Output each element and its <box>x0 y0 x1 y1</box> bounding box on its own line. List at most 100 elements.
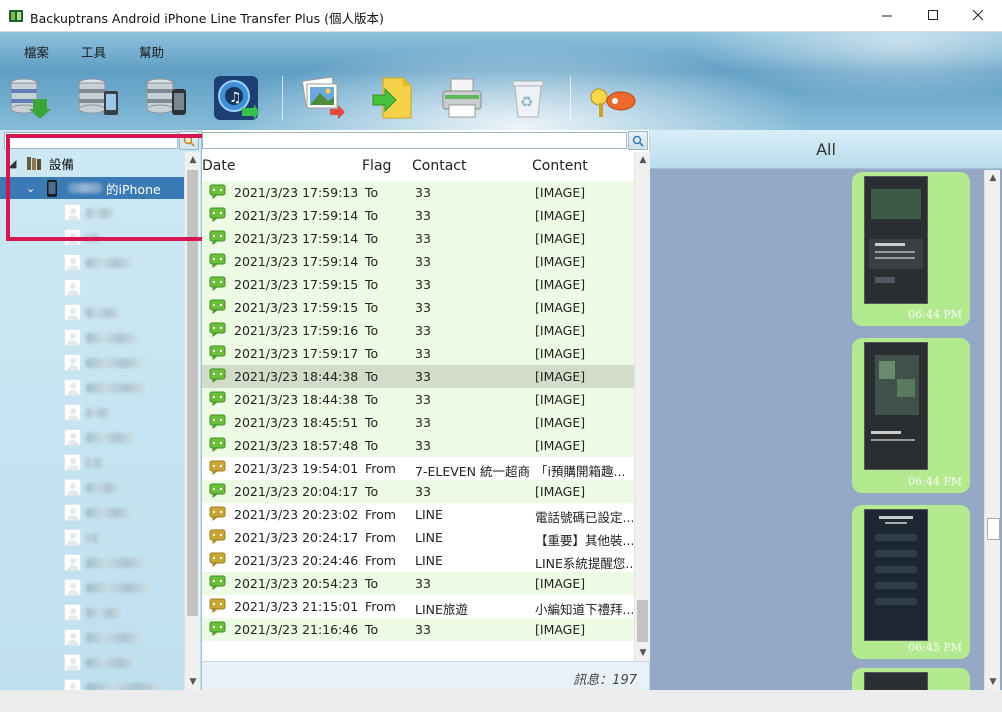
transfer-to-iphone-button[interactable] <box>140 72 192 124</box>
image-thumbnail[interactable] <box>864 342 928 470</box>
message-row[interactable]: 2021/3/23 17:59:15 To 33 [IMAGE] <box>202 273 634 296</box>
tree-search-input[interactable] <box>4 132 178 149</box>
tree-contact-item[interactable] <box>0 327 184 349</box>
scroll-up-icon[interactable]: ▲ <box>185 152 201 168</box>
tree-contact-item[interactable] <box>0 677 184 690</box>
tree-contact-item[interactable] <box>0 277 184 299</box>
tree-contact-item[interactable] <box>0 502 184 524</box>
message-row[interactable]: 2021/3/23 18:44:38 To 33 [IMAGE] <box>202 365 634 388</box>
message-date: 2021/3/23 17:59:17 <box>234 346 359 361</box>
tree-contact-item[interactable] <box>0 652 184 674</box>
message-row[interactable]: 2021/3/23 17:59:15 To 33 [IMAGE] <box>202 296 634 319</box>
scroll-up-icon[interactable]: ▲ <box>635 152 651 168</box>
itunes-transfer-button[interactable]: ♫ <box>210 72 262 124</box>
tree-contact-item[interactable] <box>0 602 184 624</box>
register-button[interactable] <box>586 72 638 124</box>
restore-to-android-button[interactable] <box>72 72 124 124</box>
tree-device-iphone[interactable]: ⌄ 的iPhone <box>0 177 184 199</box>
export-photos-icon <box>301 76 345 119</box>
message-row[interactable]: 2021/3/23 17:59:14 To 33 [IMAGE] <box>202 227 634 250</box>
message-scrollbar[interactable]: ▲ ▼ <box>634 152 650 661</box>
message-row[interactable]: 2021/3/23 21:16:46 To 33 [IMAGE] <box>202 618 634 641</box>
message-row[interactable]: 2021/3/23 20:54:23 To 33 [IMAGE] <box>202 572 634 595</box>
message-row[interactable]: 2021/3/23 18:45:51 To 33 [IMAGE] <box>202 411 634 434</box>
message-row[interactable]: 2021/3/23 20:24:46 From LINE LINE系統提醒您... <box>202 549 634 572</box>
scroll-up-icon[interactable]: ▲ <box>985 170 1001 186</box>
tree-contact-item[interactable] <box>0 477 184 499</box>
outgoing-message-icon <box>209 437 226 452</box>
tree-contact-item[interactable] <box>0 302 184 324</box>
backup-button[interactable] <box>4 72 56 124</box>
message-row[interactable]: 2021/3/23 17:59:14 To 33 [IMAGE] <box>202 250 634 273</box>
image-thumbnail[interactable] <box>864 176 928 304</box>
scroll-down-icon[interactable]: ▼ <box>185 674 201 690</box>
collapse-arrow-icon[interactable]: ◢ <box>8 157 16 170</box>
image-thumbnail[interactable] <box>864 672 928 692</box>
message-scroll-thumb[interactable] <box>637 600 648 642</box>
search-icon <box>183 135 195 147</box>
message-row[interactable]: 2021/3/23 19:54:01 From 7-ELEVEN 統一超商 「i預購開… <box>202 457 634 480</box>
message-bubble[interactable] <box>852 668 970 692</box>
message-row[interactable]: 2021/3/23 20:04:17 To 33 [IMAGE] <box>202 480 634 503</box>
tree-contact-item[interactable] <box>0 527 184 549</box>
message-bubble[interactable]: 06:44 PM <box>852 172 970 326</box>
tree-contact-item[interactable] <box>0 577 184 599</box>
message-contact: 33 <box>415 323 431 338</box>
message-flag: To <box>365 438 379 453</box>
maximize-button[interactable] <box>910 0 956 31</box>
menu-tools[interactable]: 工具 <box>81 32 106 66</box>
menu-help[interactable]: 幫助 <box>139 32 164 66</box>
column-content[interactable]: Content <box>532 158 588 174</box>
tree-scrollbar[interactable]: ▲ ▼ <box>184 152 200 690</box>
message-bubble[interactable]: 06:45 PM <box>852 505 970 659</box>
message-row[interactable]: 2021/3/23 18:44:38 To 33 [IMAGE] <box>202 388 634 411</box>
tree-contact-item[interactable] <box>0 202 184 224</box>
message-row[interactable]: 2021/3/23 17:59:14 To 33 [IMAGE] <box>202 204 634 227</box>
tree-contact-item[interactable] <box>0 427 184 449</box>
message-row[interactable]: 2021/3/23 18:57:48 To 33 [IMAGE] <box>202 434 634 457</box>
tree-contact-item[interactable] <box>0 352 184 374</box>
outgoing-message-icon <box>209 299 226 314</box>
tree-contact-item[interactable] <box>0 227 184 249</box>
message-row[interactable]: 2021/3/23 20:23:02 From LINE 電話號碼已設定... <box>202 503 634 526</box>
export-photos-button[interactable] <box>296 72 348 124</box>
preview-title: All <box>816 140 836 159</box>
device-tree: ◢ 設備 ⌄ 的iPhone <box>0 152 184 690</box>
column-contact[interactable]: Contact <box>412 158 466 174</box>
scroll-down-icon[interactable]: ▼ <box>635 645 651 661</box>
export-document-button[interactable] <box>366 72 418 124</box>
tree-contact-item[interactable] <box>0 452 184 474</box>
tree-contact-item[interactable] <box>0 252 184 274</box>
chevron-down-icon[interactable]: ⌄ <box>26 182 35 195</box>
message-row[interactable]: 2021/3/23 17:59:16 To 33 [IMAGE] <box>202 319 634 342</box>
tree-contact-item[interactable] <box>0 402 184 424</box>
scroll-down-icon[interactable]: ▼ <box>985 674 1001 690</box>
message-contact: 33 <box>415 346 431 361</box>
contact-avatar-icon <box>64 529 81 546</box>
message-row[interactable]: 2021/3/23 21:15:01 From LINE旅遊 小編知道下禮拜... <box>202 595 634 618</box>
message-table: 2021/3/23 17:59:13 To 33 [IMAGE] 2021/3/23 1… <box>202 181 634 641</box>
message-row[interactable]: 2021/3/23 17:59:17 To 33 [IMAGE] <box>202 342 634 365</box>
tree-contact-item[interactable] <box>0 377 184 399</box>
preview-scroll-thumb[interactable] <box>987 518 1000 540</box>
preview-scrollbar[interactable]: ▲ ▼ <box>984 170 1000 690</box>
delete-button[interactable]: ♻ <box>502 72 554 124</box>
message-search-input[interactable] <box>202 132 627 149</box>
menu-file[interactable]: 檔案 <box>24 32 49 66</box>
message-row[interactable]: 2021/3/23 17:59:13 To 33 [IMAGE] <box>202 181 634 204</box>
message-search-button[interactable] <box>628 131 648 150</box>
tree-search-button[interactable] <box>179 131 199 150</box>
outgoing-message-icon <box>209 391 226 406</box>
message-bubble[interactable]: 06:44 PM <box>852 338 970 493</box>
image-thumbnail[interactable] <box>864 509 928 641</box>
tree-root-devices[interactable]: ◢ 設備 <box>0 152 184 174</box>
message-row[interactable]: 2021/3/23 20:24:17 From LINE 【重要】其他裝... <box>202 526 634 549</box>
column-flag[interactable]: Flag <box>362 158 391 174</box>
tree-scroll-thumb[interactable] <box>187 170 198 616</box>
tree-contact-item[interactable] <box>0 552 184 574</box>
column-date[interactable]: Date <box>202 158 235 174</box>
print-button[interactable] <box>436 72 488 124</box>
tree-contact-item[interactable] <box>0 627 184 649</box>
close-button[interactable] <box>955 0 1001 31</box>
minimize-button[interactable] <box>864 0 910 31</box>
